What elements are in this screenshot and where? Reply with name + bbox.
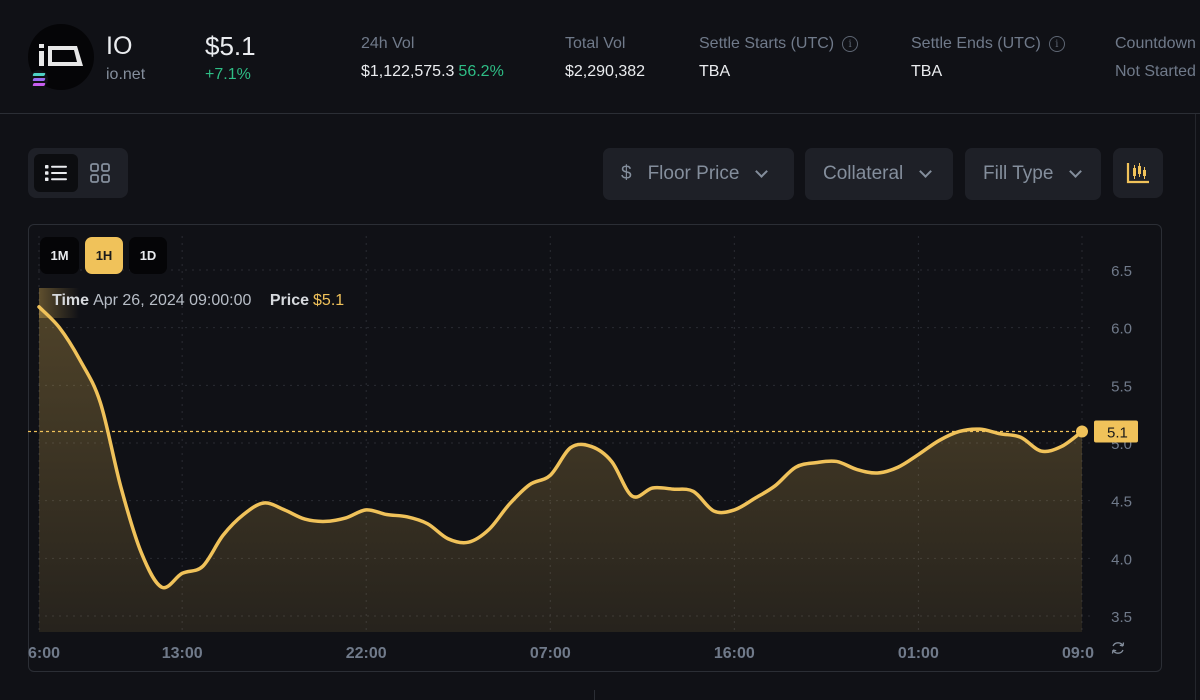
tooltip-time-value: Apr 26, 2024 09:00:00 — [93, 292, 252, 309]
timeframe-1h[interactable]: 1H — [85, 237, 123, 274]
y-tick-label: 3.5 — [1111, 609, 1132, 626]
panel-divider — [594, 690, 595, 700]
y-tick-label: 6.0 — [1111, 321, 1132, 338]
x-tick-label: 13:00 — [162, 645, 203, 662]
y-tick-label: 4.5 — [1111, 494, 1132, 511]
refresh-icon[interactable] — [1111, 642, 1125, 654]
timeframe-1m[interactable]: 1M — [40, 237, 79, 274]
current-price-tag-text: 5.1 — [1107, 424, 1128, 441]
current-price-tag: 5.1 — [1094, 420, 1138, 443]
panel-divider — [1195, 114, 1196, 700]
x-tick-label: 6:00 — [28, 645, 60, 662]
price-chart[interactable]: 3.54.04.55.05.56.06.56:00 13:00 22:00 07:00… — [0, 0, 1200, 700]
price-area — [39, 306, 1082, 632]
timeframe-1d[interactable]: 1D — [129, 237, 167, 274]
tooltip-price-label: Price — [269, 292, 310, 309]
x-tick-label: 09:0 — [1062, 645, 1094, 662]
tooltip-price-value: $5.1 — [313, 292, 345, 309]
x-tick-label: 01:00 — [898, 645, 939, 662]
x-tick-label: 22:00 — [346, 645, 387, 662]
tooltip-time-label: Time — [52, 292, 90, 309]
y-tick-label: 6.5 — [1111, 263, 1132, 280]
chart-tooltip: Time Apr 26, 2024 09:00:00 Price $5.1 — [52, 292, 344, 310]
x-tick-label: 07:00 — [530, 645, 571, 662]
x-tick-label: 16:00 — [714, 645, 755, 662]
y-tick-label: 4.0 — [1111, 551, 1132, 568]
y-tick-label: 5.5 — [1111, 378, 1132, 395]
